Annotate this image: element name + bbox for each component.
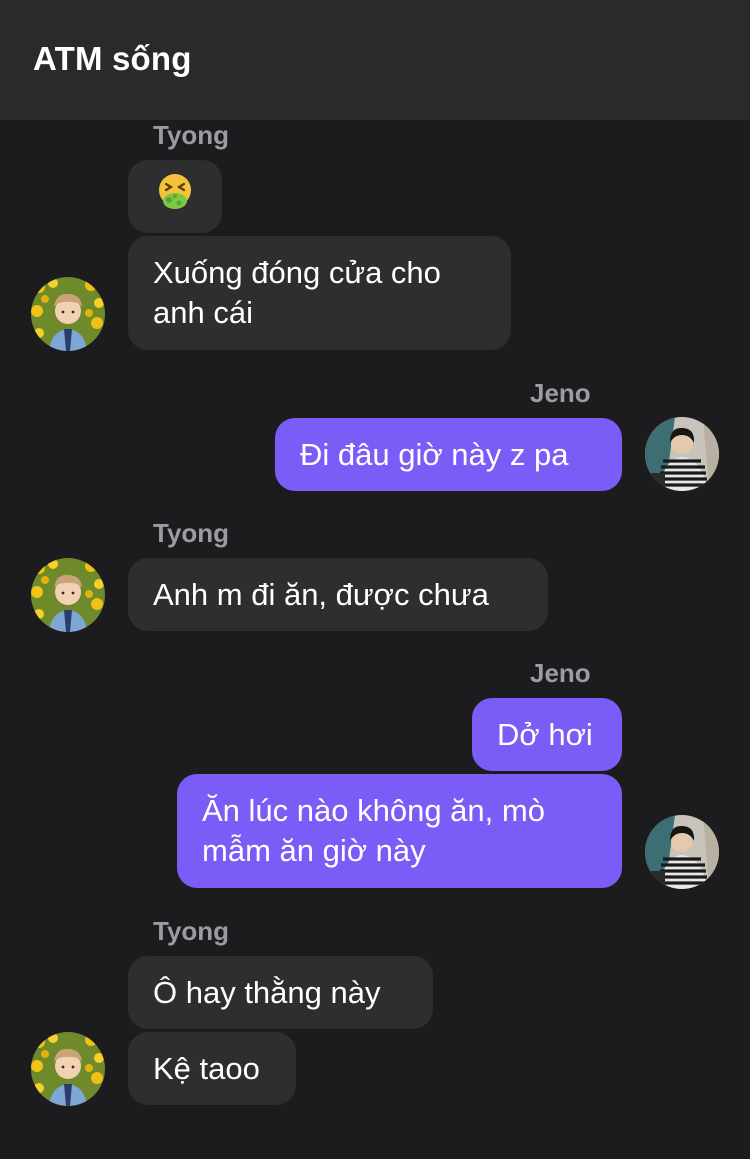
avatar-tyong[interactable] [31,1032,105,1106]
message-list[interactable]: Tyong Xuống đóng cửa cho anh cái Jeno Đi… [0,120,750,1159]
avatar-tyong[interactable] [31,277,105,351]
sender-name-tyong: Tyong [153,518,230,548]
message-bubble[interactable]: Dở hơi [472,698,622,771]
chat-title[interactable]: ATM sống [33,40,192,78]
message-text: Ăn lúc nào không ăn, mò mẫm ăn giờ này [202,793,545,868]
message-bubble[interactable]: Ô hay thằng này [128,956,433,1029]
emoji-message-bubble[interactable] [128,160,222,233]
sender-name-jeno: Jeno [530,658,591,688]
sender-name-tyong: Tyong [153,120,230,150]
message-text: Kệ taoo [153,1050,260,1086]
message-text: Ô hay thằng này [153,974,381,1010]
message-text: Đi đâu giờ này z pa [300,436,569,472]
chat-header: ATM sống [0,0,750,120]
message-text: Anh m đi ăn, được chưa [153,576,489,612]
message-bubble[interactable]: Ăn lúc nào không ăn, mò mẫm ăn giờ này [177,774,622,888]
avatar-tyong[interactable] [31,558,105,632]
avatar-jeno[interactable] [645,815,719,889]
avatar-jeno[interactable] [645,417,719,491]
message-bubble[interactable]: Đi đâu giờ này z pa [275,418,622,491]
message-bubble[interactable]: Anh m đi ăn, được chưa [128,558,548,631]
message-bubble[interactable]: Kệ taoo [128,1032,296,1105]
nauseated-face-icon [155,172,195,222]
sender-name-tyong: Tyong [153,916,230,946]
sender-name-jeno: Jeno [530,378,591,408]
message-text: Xuống đóng cửa cho anh cái [153,255,441,330]
message-bubble[interactable]: Xuống đóng cửa cho anh cái [128,236,511,350]
message-text: Dở hơi [497,716,593,752]
